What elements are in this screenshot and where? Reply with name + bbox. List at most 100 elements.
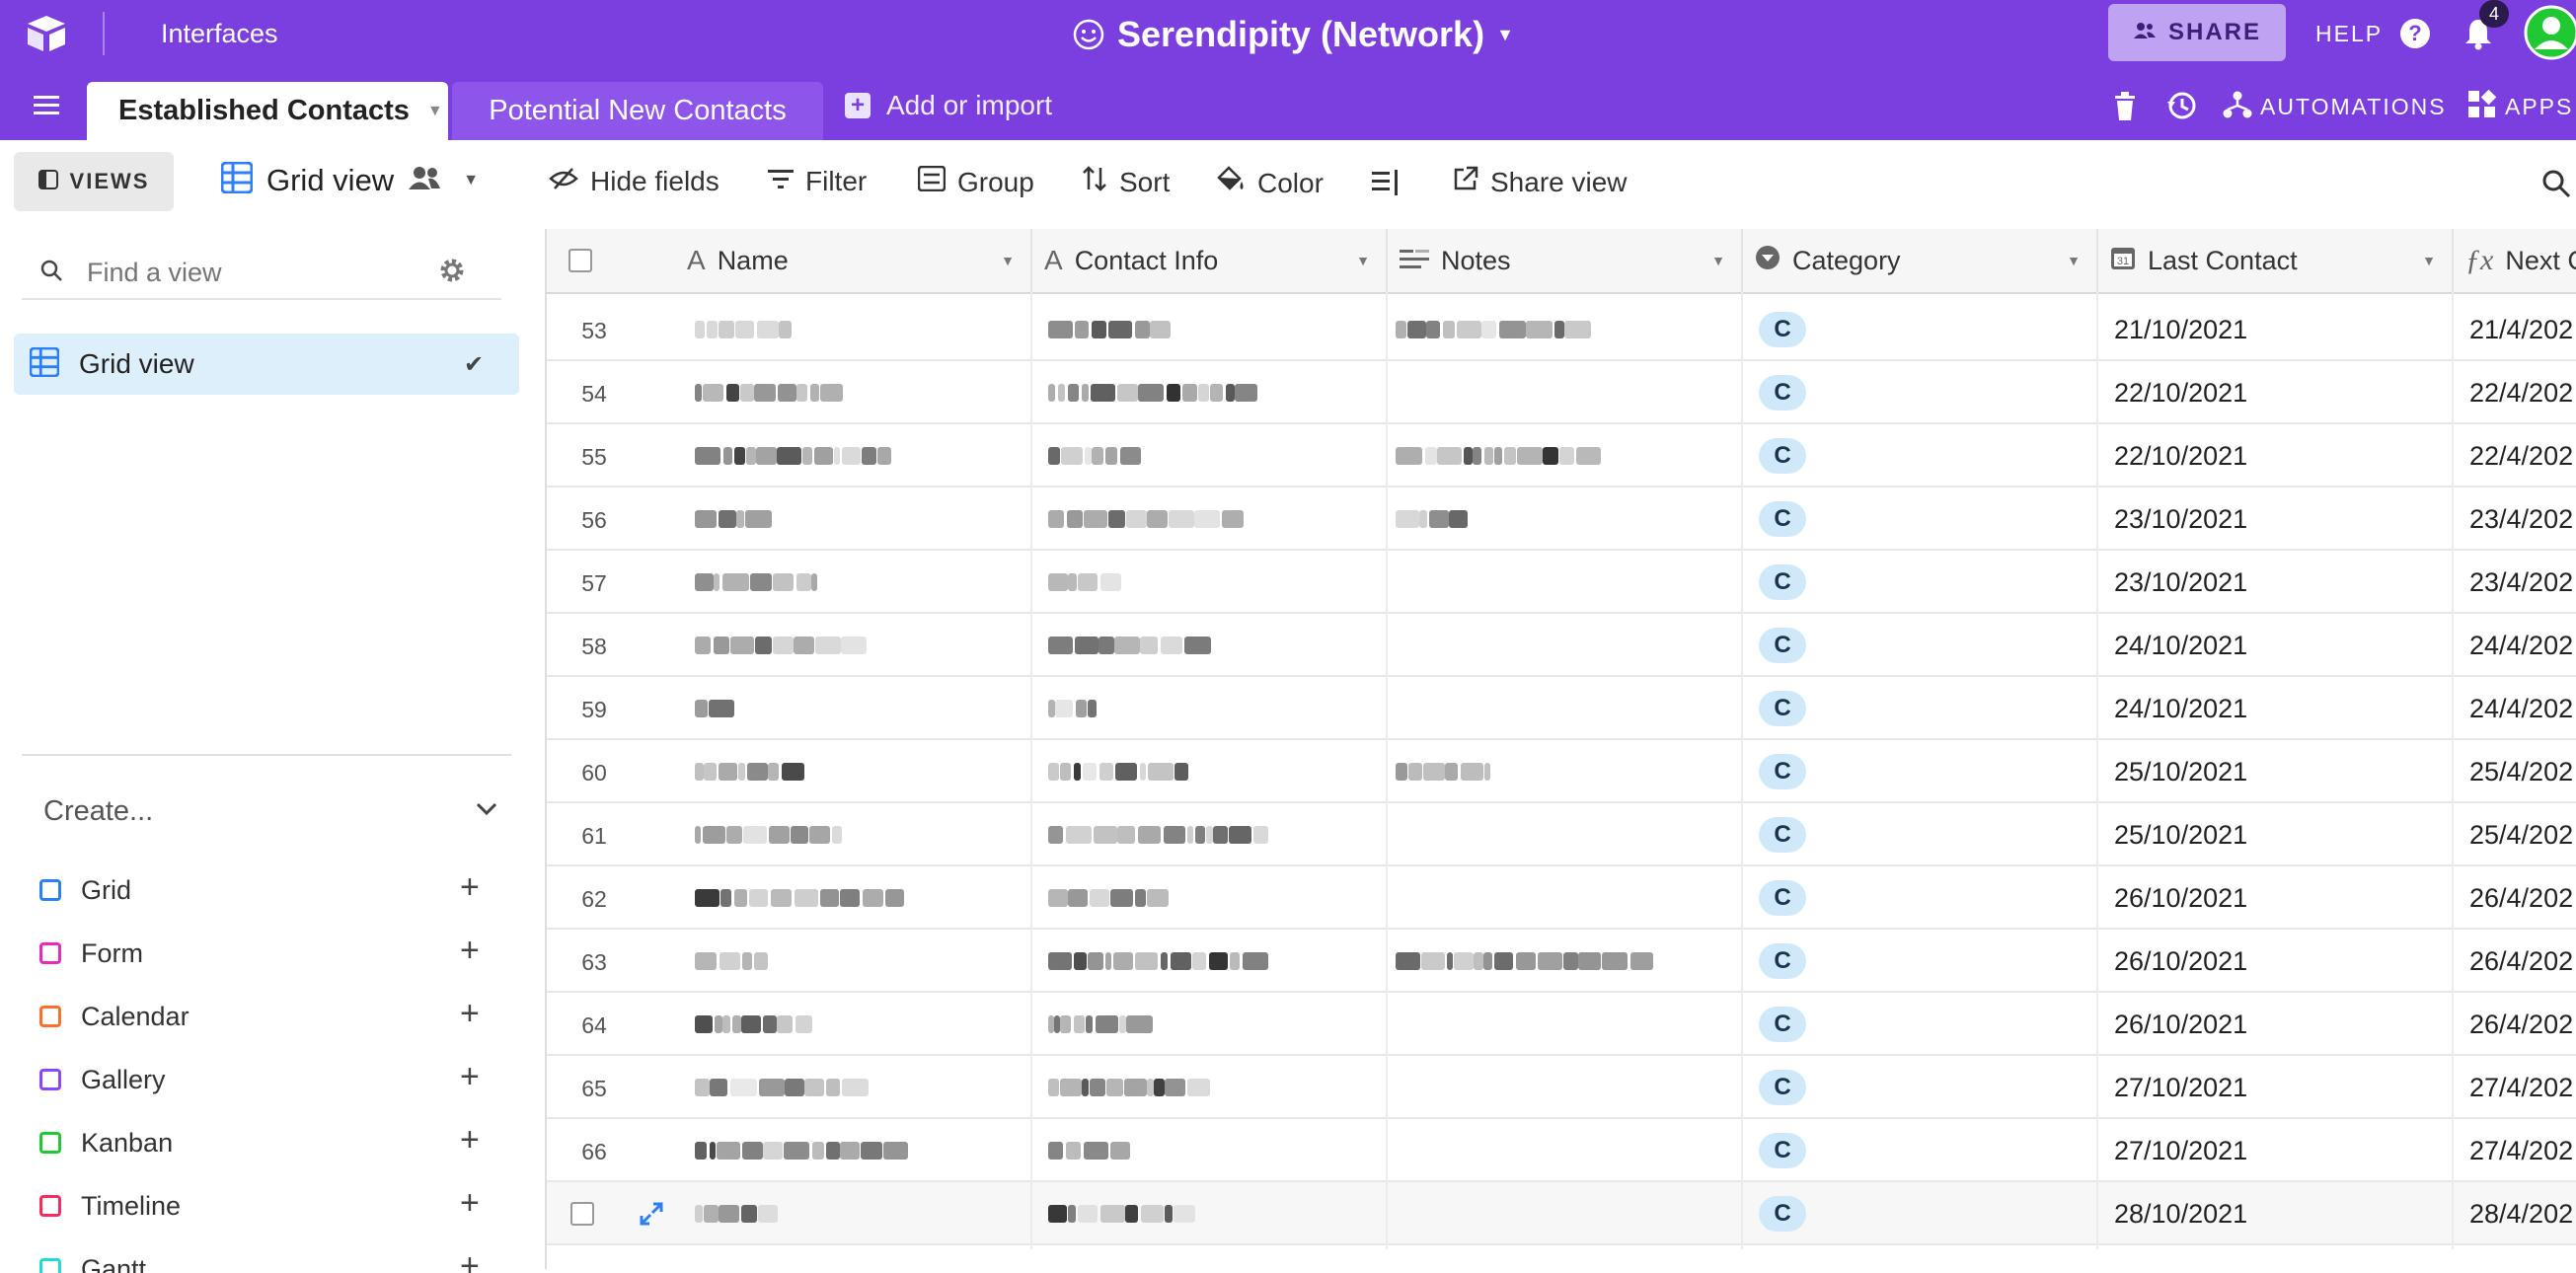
cell-category[interactable]: C xyxy=(1759,993,2094,1056)
cell-category[interactable]: C xyxy=(1759,1182,2094,1245)
table-row[interactable]: 54C22/10/202122/4/202 xyxy=(547,361,2576,424)
column-header-contact-info[interactable]: A Contact Info ▼ xyxy=(1032,229,1388,292)
cell-contact-info[interactable] xyxy=(1048,424,1364,487)
cell-next-contact[interactable]: 24/4/202 xyxy=(2469,614,2576,677)
cell-notes[interactable] xyxy=(1396,1119,1731,1182)
cell-next-contact[interactable]: 24/4/202 xyxy=(2469,677,2576,740)
cell-last-contact[interactable]: 26/10/2021 xyxy=(2114,866,2450,930)
cell-notes[interactable] xyxy=(1396,298,1731,361)
table-row[interactable]: 59C24/10/202124/4/202 xyxy=(547,677,2576,740)
table-row[interactable]: 66C27/10/202127/4/202 xyxy=(547,1119,2576,1182)
cell-category[interactable]: C xyxy=(1759,1119,2094,1182)
view-switcher[interactable]: Grid view ▼ xyxy=(221,162,479,198)
cell-category[interactable]: C xyxy=(1759,740,2094,803)
row-checkbox[interactable] xyxy=(570,1202,594,1226)
cell-notes[interactable] xyxy=(1396,930,1731,993)
select-all-checkbox[interactable] xyxy=(568,249,592,272)
cell-name[interactable] xyxy=(695,298,1011,361)
cell-category[interactable]: C xyxy=(1759,930,2094,993)
cell-next-contact[interactable]: 28/4/202 xyxy=(2469,1182,2576,1245)
avatar[interactable] xyxy=(2523,4,2576,61)
column-header-category[interactable]: Category ▼ xyxy=(1743,229,2098,292)
airtable-logo-icon[interactable] xyxy=(24,14,69,53)
column-header-notes[interactable]: Notes ▼ xyxy=(1388,229,1743,292)
cell-notes[interactable] xyxy=(1396,1056,1731,1119)
group-button[interactable]: Group xyxy=(918,166,1034,198)
cell-last-contact[interactable]: 27/10/2021 xyxy=(2114,1119,2450,1182)
column-header-next-contact[interactable]: ƒx Next C xyxy=(2454,229,2576,292)
add-grid-icon[interactable]: + xyxy=(460,868,480,907)
find-view-input[interactable] xyxy=(85,257,424,289)
cell-contact-info[interactable] xyxy=(1048,930,1364,993)
table-row[interactable]: 63C26/10/202126/4/202 xyxy=(547,930,2576,993)
cell-last-contact[interactable]: 24/10/2021 xyxy=(2114,677,2450,740)
sort-button[interactable]: Sort xyxy=(1082,166,1170,198)
cell-contact-info[interactable] xyxy=(1048,740,1364,803)
cell-category[interactable]: C xyxy=(1759,487,2094,551)
create-calendar[interactable]: Calendar xyxy=(39,985,189,1048)
cell-last-contact[interactable]: 28/10/2021 xyxy=(2114,1182,2450,1245)
add-timeline-icon[interactable]: + xyxy=(460,1184,480,1223)
chevron-down-icon[interactable]: ▼ xyxy=(1001,253,1015,268)
cell-notes[interactable] xyxy=(1396,993,1731,1056)
cell-notes[interactable] xyxy=(1396,424,1731,487)
cell-name[interactable] xyxy=(695,1182,1011,1245)
cell-category[interactable]: C xyxy=(1759,614,2094,677)
cell-last-contact[interactable]: 27/10/2021 xyxy=(2114,1056,2450,1119)
cell-name[interactable] xyxy=(695,424,1011,487)
cell-last-contact[interactable]: 24/10/2021 xyxy=(2114,614,2450,677)
table-row[interactable]: 64C26/10/202126/4/202 xyxy=(547,993,2576,1056)
cell-last-contact[interactable]: 25/10/2021 xyxy=(2114,803,2450,866)
table-row[interactable]: 62C26/10/202126/4/202 xyxy=(547,866,2576,930)
cell-contact-info[interactable] xyxy=(1048,298,1364,361)
cell-last-contact[interactable]: 26/10/2021 xyxy=(2114,993,2450,1056)
cell-notes[interactable] xyxy=(1396,677,1731,740)
cell-last-contact[interactable]: 23/10/2021 xyxy=(2114,487,2450,551)
filter-button[interactable]: Filter xyxy=(768,166,867,197)
add-gantt-icon[interactable]: + xyxy=(460,1247,480,1273)
create-gantt[interactable]: Gantt xyxy=(39,1237,146,1273)
interfaces-link[interactable]: Interfaces xyxy=(161,19,278,49)
cell-category[interactable]: C xyxy=(1759,298,2094,361)
cell-next-contact[interactable]: 22/4/202 xyxy=(2469,361,2576,424)
cell-name[interactable] xyxy=(695,930,1011,993)
chevron-down-icon[interactable]: ▼ xyxy=(2067,253,2081,268)
table-row[interactable]: 58C24/10/202124/4/202 xyxy=(547,614,2576,677)
cell-next-contact[interactable]: 26/4/202 xyxy=(2469,993,2576,1056)
cell-notes[interactable] xyxy=(1396,803,1731,866)
cell-name[interactable] xyxy=(695,487,1011,551)
expand-record-icon[interactable] xyxy=(638,1200,665,1228)
cell-notes[interactable] xyxy=(1396,740,1731,803)
row-height-icon[interactable] xyxy=(1372,170,1400,197)
cell-notes[interactable] xyxy=(1396,866,1731,930)
find-view-search[interactable] xyxy=(22,247,501,300)
table-row[interactable]: 55C22/10/202122/4/202 xyxy=(547,424,2576,487)
cell-next-contact[interactable]: 27/4/202 xyxy=(2469,1119,2576,1182)
column-header-last-contact[interactable]: 31 Last Contact ▼ xyxy=(2098,229,2454,292)
hide-fields-button[interactable]: Hide fields xyxy=(549,166,720,197)
cell-name[interactable] xyxy=(695,361,1011,424)
cell-name[interactable] xyxy=(695,677,1011,740)
table-row[interactable]: 60C25/10/202125/4/202 xyxy=(547,740,2576,803)
table-row[interactable]: 57C23/10/202123/4/202 xyxy=(547,551,2576,614)
add-calendar-icon[interactable]: + xyxy=(460,995,480,1033)
cell-last-contact[interactable]: 22/10/2021 xyxy=(2114,424,2450,487)
history-icon[interactable] xyxy=(2165,90,2197,121)
cell-contact-info[interactable] xyxy=(1048,993,1364,1056)
cell-next-contact[interactable]: 23/4/202 xyxy=(2469,551,2576,614)
create-kanban[interactable]: Kanban xyxy=(39,1111,173,1174)
cell-contact-info[interactable] xyxy=(1048,1182,1364,1245)
trash-icon[interactable] xyxy=(2112,92,2138,121)
apps-button[interactable]: APPS xyxy=(2467,90,2573,124)
cell-name[interactable] xyxy=(695,551,1011,614)
cell-contact-info[interactable] xyxy=(1048,1056,1364,1119)
automations-button[interactable]: AUTOMATIONS xyxy=(2223,90,2447,124)
chevron-down-icon[interactable]: ▼ xyxy=(427,103,443,120)
cell-name[interactable] xyxy=(695,1119,1011,1182)
cell-name[interactable] xyxy=(695,803,1011,866)
cell-last-contact[interactable]: 22/10/2021 xyxy=(2114,361,2450,424)
table-row[interactable]: 65C27/10/202127/4/202 xyxy=(547,1056,2576,1119)
create-gallery[interactable]: Gallery xyxy=(39,1048,166,1111)
help-label[interactable]: HELP xyxy=(2315,21,2383,47)
chevron-down-icon[interactable]: ▼ xyxy=(1356,253,1370,268)
